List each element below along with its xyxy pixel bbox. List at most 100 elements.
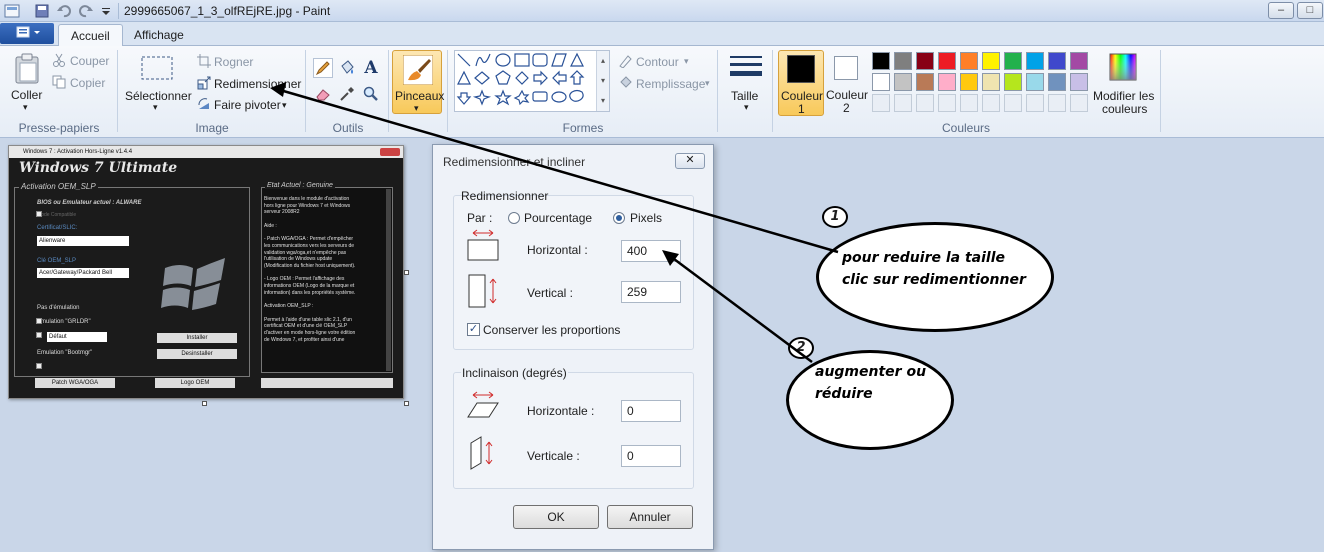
custom-color-slot[interactable] <box>1026 94 1044 112</box>
vertical-input[interactable]: 259 <box>621 281 681 303</box>
canvas-resize-handle-corner[interactable] <box>404 401 409 406</box>
size-button[interactable]: Taille <box>731 89 758 103</box>
brushes-button[interactable]: Pinceaux ▾ <box>392 50 444 114</box>
palette-swatch[interactable] <box>1026 52 1044 70</box>
magnifier-icon[interactable] <box>361 84 381 104</box>
embedded-uninstall-button: Desinstaller <box>157 349 237 359</box>
fill-shape-button[interactable]: Remplissage <box>636 77 705 91</box>
palette-swatch[interactable] <box>872 52 890 70</box>
color-picker-icon[interactable] <box>337 84 357 104</box>
embedded-no-emulation: Pas d'émulation <box>37 305 80 311</box>
palette-swatch[interactable] <box>894 73 912 91</box>
crop-button[interactable]: Rogner <box>214 55 253 69</box>
title-divider <box>118 3 119 19</box>
palette-swatch[interactable] <box>1070 52 1088 70</box>
percent-radio[interactable] <box>508 212 520 224</box>
select-dropdown-icon[interactable]: ▾ <box>153 102 158 113</box>
rotate-button[interactable]: Faire pivoter <box>214 98 281 112</box>
horizontal-input[interactable]: 400 <box>621 240 681 262</box>
brushes-dropdown-icon: ▾ <box>414 103 419 113</box>
paste-dropdown-icon[interactable]: ▾ <box>23 102 28 113</box>
ok-button[interactable]: OK <box>513 505 599 529</box>
fill-icon[interactable] <box>337 58 357 78</box>
resize-button[interactable]: Redimensionner <box>214 77 301 91</box>
pixels-radio[interactable] <box>613 212 625 224</box>
save-icon[interactable] <box>34 3 50 19</box>
tab-accueil[interactable]: Accueil <box>58 24 123 47</box>
size-dropdown-icon[interactable]: ▾ <box>744 102 749 113</box>
minimize-button[interactable]: – <box>1268 2 1294 19</box>
embedded-window-title: Windows 7 : Activation Hors-Ligne v1.4.4 <box>9 146 403 158</box>
custom-color-slot[interactable] <box>982 94 1000 112</box>
color1-button[interactable]: Couleur 1 <box>778 50 824 116</box>
paint-menu-button[interactable] <box>0 23 54 44</box>
eraser-icon[interactable] <box>313 84 333 104</box>
text-tool-icon[interactable]: A <box>361 58 381 78</box>
palette-swatch[interactable] <box>1070 73 1088 91</box>
palette-swatch[interactable] <box>982 73 1000 91</box>
embedded-checkbox <box>36 363 42 369</box>
palette-swatch[interactable] <box>1026 73 1044 91</box>
paste-icon[interactable] <box>12 52 42 86</box>
embedded-left-panel: Activation OEM_SLP BIOS ou Emulateur act… <box>14 182 250 377</box>
shapes-gallery[interactable]: ▴ ▾ ▾ <box>454 50 610 112</box>
embedded-description-line: Activation OEM_SLP : <box>264 303 314 310</box>
palette-swatch[interactable] <box>1048 52 1066 70</box>
palette-swatch[interactable] <box>872 73 890 91</box>
palette-swatch[interactable] <box>938 52 956 70</box>
custom-color-slot[interactable] <box>894 94 912 112</box>
size-icon[interactable] <box>728 52 764 84</box>
edit-colors-button[interactable]: Modifier les <box>1093 89 1154 103</box>
custom-color-slot[interactable] <box>872 94 890 112</box>
cancel-button[interactable]: Annuler <box>607 505 693 529</box>
palette-swatch[interactable] <box>982 52 1000 70</box>
skew-horizontal-input[interactable]: 0 <box>621 400 681 422</box>
edit-colors-button-line2[interactable]: couleurs <box>1102 102 1147 116</box>
custom-color-slot[interactable] <box>938 94 956 112</box>
copy-button[interactable]: Copier <box>70 76 105 90</box>
pixels-label[interactable]: Pixels <box>630 211 662 225</box>
edit-colors-icon[interactable] <box>1108 52 1138 82</box>
outline-button[interactable]: Contour <box>636 55 679 69</box>
redo-icon[interactable] <box>78 3 94 19</box>
select-button[interactable]: Sélectionner <box>125 89 192 103</box>
palette-swatch[interactable] <box>960 73 978 91</box>
fill-dropdown-icon[interactable]: ▾ <box>705 78 710 89</box>
keep-ratio-label[interactable]: Conserver les proportions <box>483 323 620 337</box>
maximize-button[interactable]: □ <box>1297 2 1323 19</box>
custom-color-slot[interactable] <box>916 94 934 112</box>
customize-toolbar-icon[interactable] <box>100 3 116 19</box>
embedded-description-line: l'utilisation de Windows update <box>264 256 333 263</box>
color2-button[interactable]: Couleur 2 <box>826 50 870 116</box>
canvas-resize-handle-right[interactable] <box>404 270 409 275</box>
palette-swatch[interactable] <box>916 73 934 91</box>
fill-shape-icon <box>618 76 632 90</box>
palette-swatch[interactable] <box>916 52 934 70</box>
paint-app-icon[interactable] <box>4 3 20 19</box>
palette-swatch[interactable] <box>894 52 912 70</box>
palette-swatch[interactable] <box>1048 73 1066 91</box>
percent-label[interactable]: Pourcentage <box>524 211 592 225</box>
shapes-scroll[interactable]: ▴ ▾ ▾ <box>596 51 609 111</box>
tab-affichage[interactable]: Affichage <box>122 24 196 47</box>
cut-button[interactable]: Couper <box>70 54 109 68</box>
custom-color-slot[interactable] <box>1048 94 1066 112</box>
custom-color-slot[interactable] <box>960 94 978 112</box>
undo-icon[interactable] <box>56 3 72 19</box>
select-icon[interactable] <box>140 54 174 82</box>
rotate-dropdown-icon[interactable]: ▾ <box>282 100 287 111</box>
canvas-resize-handle-bottom[interactable] <box>202 401 207 406</box>
canvas-image[interactable]: Windows 7 : Activation Hors-Ligne v1.4.4… <box>8 145 404 399</box>
skew-vertical-input[interactable]: 0 <box>621 445 681 467</box>
paste-button[interactable]: Coller <box>11 88 42 102</box>
outline-dropdown-icon[interactable]: ▾ <box>684 56 689 67</box>
custom-color-slot[interactable] <box>1070 94 1088 112</box>
palette-swatch[interactable] <box>938 73 956 91</box>
keep-ratio-checkbox[interactable]: ✓ <box>467 323 480 336</box>
palette-swatch[interactable] <box>1004 52 1022 70</box>
dialog-close-button[interactable]: ✕ <box>675 153 705 169</box>
custom-color-slot[interactable] <box>1004 94 1022 112</box>
palette-swatch[interactable] <box>1004 73 1022 91</box>
palette-swatch[interactable] <box>960 52 978 70</box>
pencil-icon[interactable] <box>313 58 333 78</box>
